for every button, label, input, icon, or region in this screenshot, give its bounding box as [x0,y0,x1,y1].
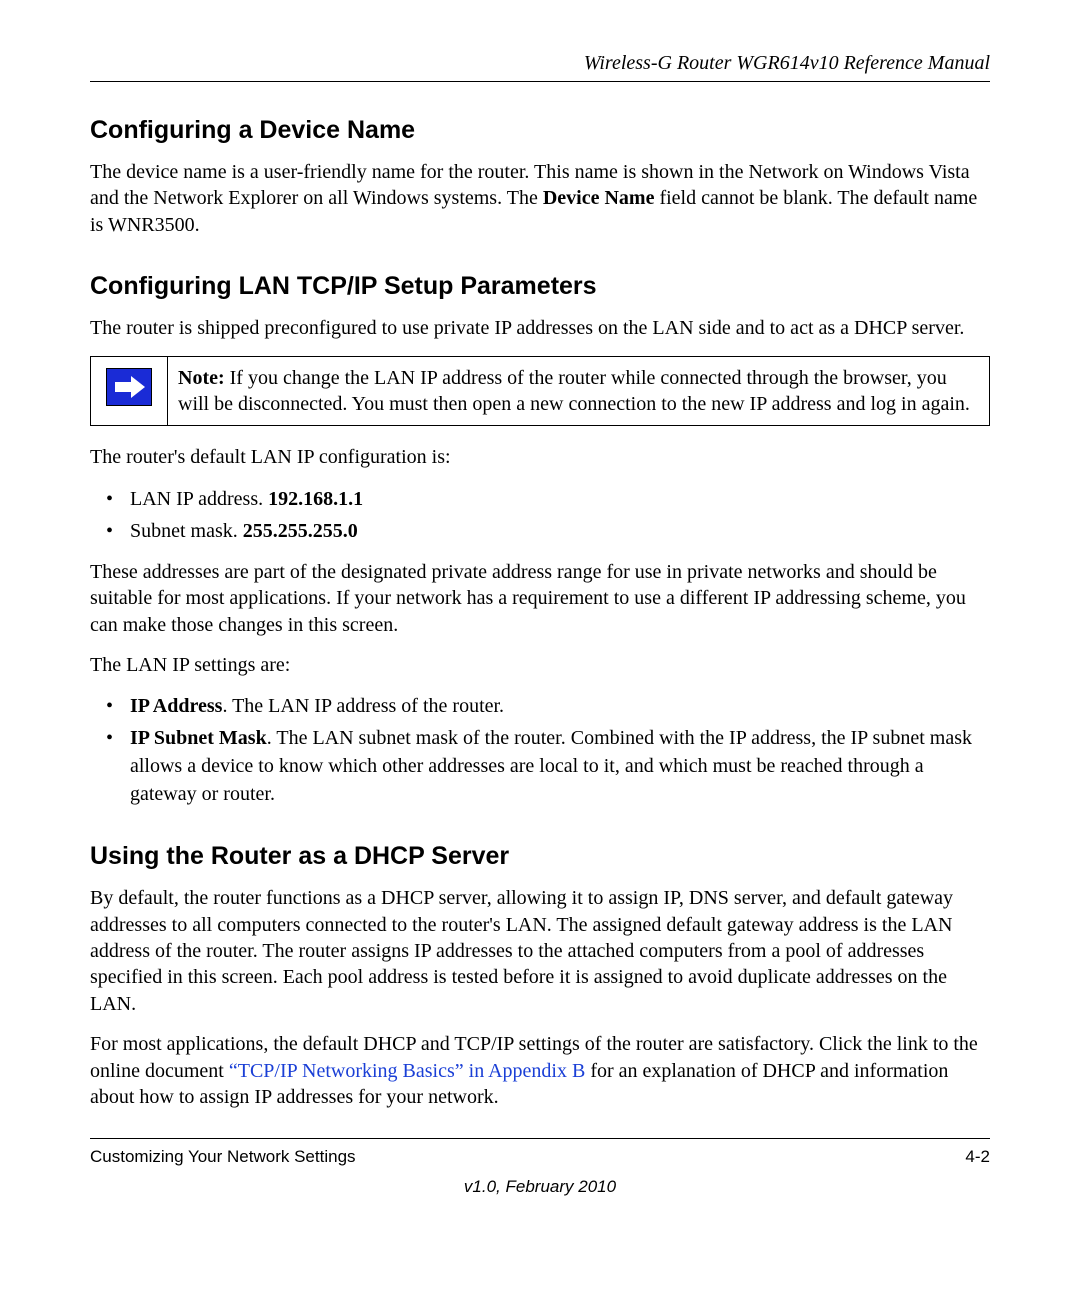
paragraph: The router's default LAN IP configuratio… [90,444,990,470]
bold-text: IP Address [130,695,222,717]
note-box: Note: If you change the LAN IP address o… [90,356,990,427]
paragraph: For most applications, the default DHCP … [90,1031,990,1110]
page-footer: Customizing Your Network Settings 4-2 v1… [90,1138,990,1197]
footer-version: v1.0, February 2010 [90,1177,990,1197]
note-body: If you change the LAN IP address of the … [178,367,970,415]
footer-rule [90,1138,990,1139]
section-heading-lan-tcpip: Configuring LAN TCP/IP Setup Parameters [90,272,990,301]
document-header-title: Wireless-G Router WGR614v10 Reference Ma… [90,52,990,75]
paragraph: By default, the router functions as a DH… [90,885,990,1017]
list-item: IP Subnet Mask. The LAN subnet mask of t… [90,724,990,808]
section-heading-device-name: Configuring a Device Name [90,116,990,145]
list-item: LAN IP address. 192.168.1.1 [90,485,990,513]
list-item: IP Address. The LAN IP address of the ro… [90,692,990,720]
bold-text: IP Subnet Mask [130,727,267,749]
note-icon-cell [91,356,168,426]
paragraph: The device name is a user-friendly name … [90,159,990,238]
text: Subnet mask. [130,520,243,542]
text: LAN IP address. [130,488,268,510]
bullet-list: LAN IP address. 192.168.1.1 Subnet mask.… [90,485,990,545]
page-number: 4-2 [965,1147,990,1167]
paragraph: The router is shipped preconfigured to u… [90,315,990,341]
appendix-link[interactable]: “TCP/IP Networking Basics” in Appendix B [229,1060,585,1082]
text: . The LAN IP address of the router. [222,695,504,717]
list-item: Subnet mask. 255.255.255.0 [90,517,990,545]
header-rule [90,81,990,82]
bold-text: 255.255.255.0 [243,520,358,542]
note-label: Note: [178,367,225,389]
section-heading-dhcp-server: Using the Router as a DHCP Server [90,842,990,871]
note-text: Note: If you change the LAN IP address o… [168,356,990,426]
bold-text: 192.168.1.1 [268,488,363,510]
footer-section-title: Customizing Your Network Settings [90,1147,356,1167]
bold-text: Device Name [543,187,655,209]
paragraph: The LAN IP settings are: [90,652,990,678]
arrow-right-icon [106,368,152,406]
bullet-list: IP Address. The LAN IP address of the ro… [90,692,990,808]
paragraph: These addresses are part of the designat… [90,559,990,638]
